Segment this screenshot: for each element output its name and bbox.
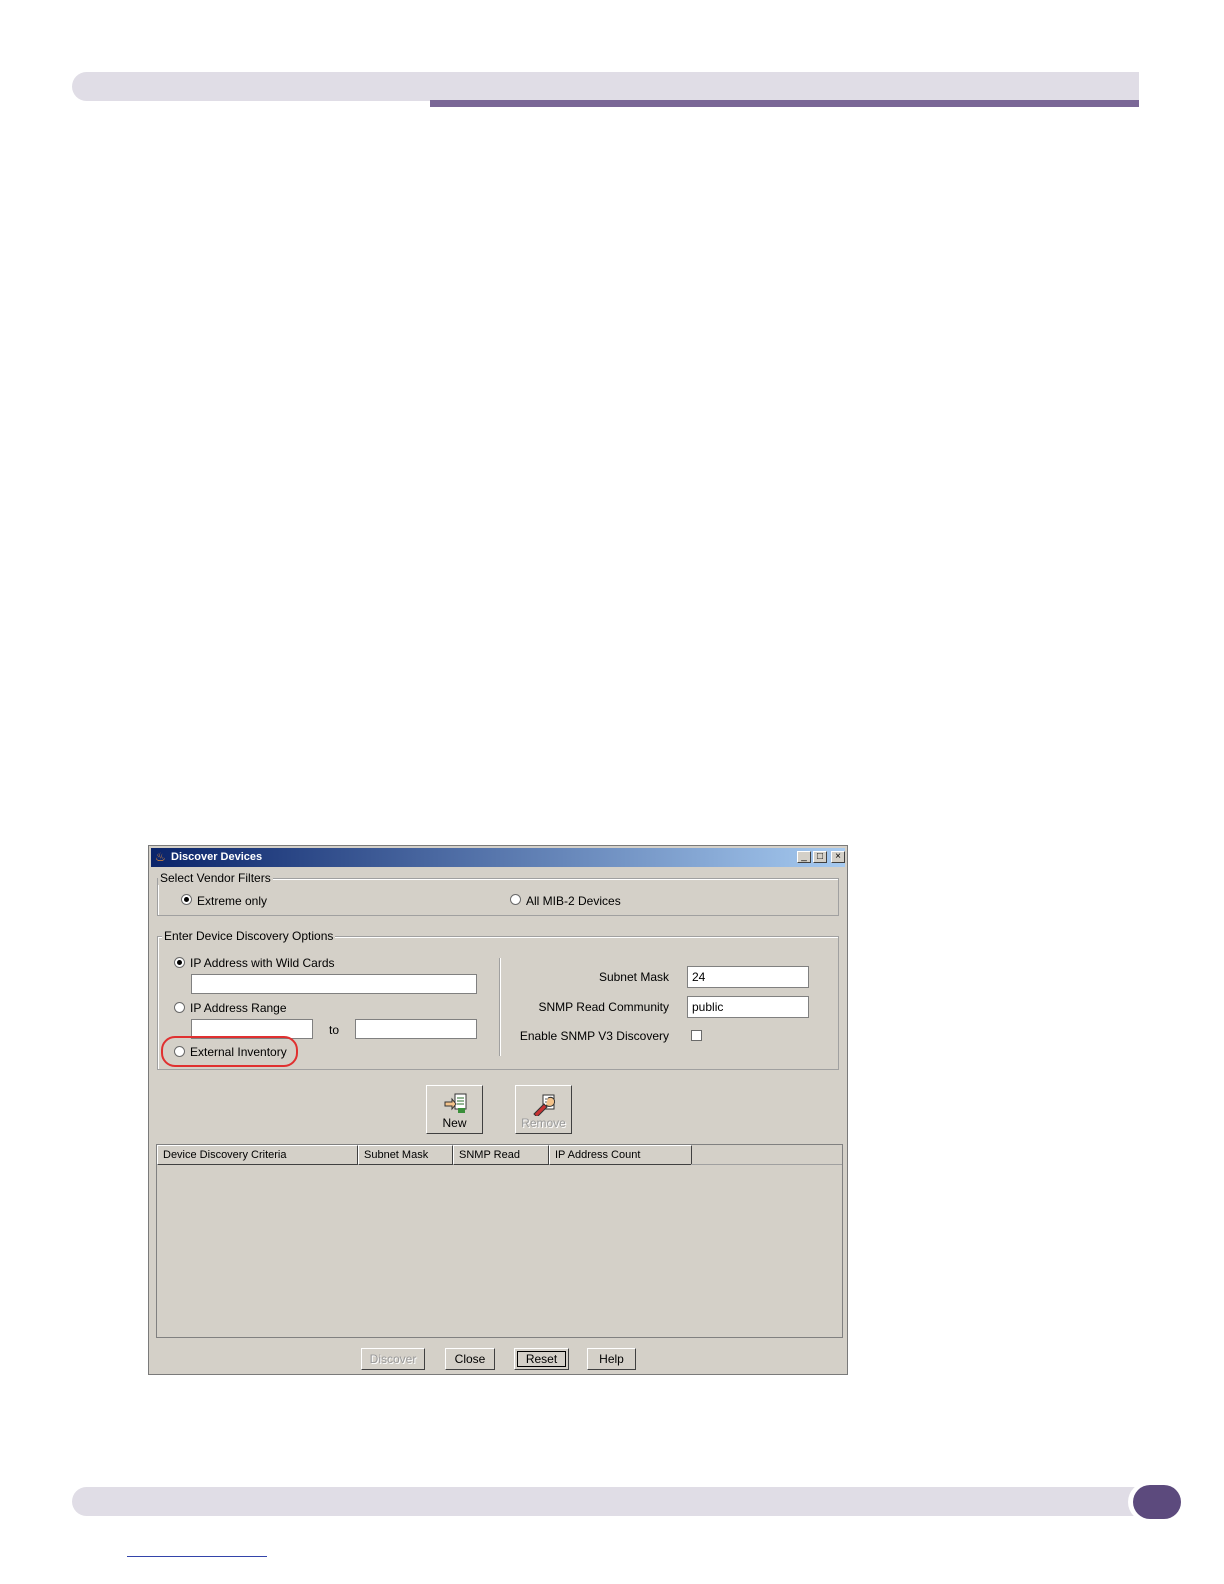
ip-wildcard-input[interactable] <box>191 974 477 994</box>
column-header-subnet-mask[interactable]: Subnet Mask <box>358 1145 453 1165</box>
remove-button[interactable]: Remove <box>515 1085 572 1134</box>
radio-ip-range-label: IP Address Range <box>190 1001 287 1015</box>
remove-criteria-icon <box>533 1094 555 1116</box>
help-button[interactable]: Help <box>587 1348 636 1370</box>
maximize-button[interactable]: □ <box>813 851 827 863</box>
radio-extreme-only[interactable] <box>181 894 192 905</box>
close-window-button[interactable]: × <box>831 851 845 863</box>
dialog-title: Discover Devices <box>171 851 263 863</box>
subnet-mask-input[interactable] <box>687 966 809 988</box>
column-header-ip-count[interactable]: IP Address Count <box>549 1145 692 1165</box>
options-divider <box>499 958 500 1056</box>
radio-external-inventory-label: External Inventory <box>190 1045 287 1059</box>
discover-devices-dialog: ♨ Discover Devices _ □ × Select Vendor F… <box>148 845 848 1375</box>
new-button-label: New <box>442 1116 467 1130</box>
page-header-accent-line <box>430 100 1139 107</box>
discover-button[interactable]: Discover <box>361 1348 425 1370</box>
snmp-v3-label: Enable SNMP V3 Discovery <box>519 1029 669 1043</box>
snmp-read-community-label: SNMP Read Community <box>538 1000 670 1014</box>
dialog-titlebar[interactable]: ♨ Discover Devices _ □ × <box>151 848 845 867</box>
radio-all-mib2-label: All MIB-2 Devices <box>526 894 621 908</box>
radio-extreme-only-label: Extreme only <box>197 894 268 908</box>
page-number-badge <box>1133 1485 1181 1519</box>
discovery-criteria-table[interactable]: Device Discovery Criteria Subnet Mask SN… <box>156 1144 843 1338</box>
radio-ip-range[interactable] <box>174 1002 185 1013</box>
discovery-options-legend: Enter Device Discovery Options <box>162 929 336 943</box>
ip-range-to-input[interactable] <box>355 1019 477 1039</box>
page-footer-bar <box>72 1487 1147 1516</box>
vendor-filters-legend: Select Vendor Filters <box>158 871 273 885</box>
java-cup-icon: ♨ <box>155 850 166 864</box>
ip-range-to-label: to <box>329 1023 340 1037</box>
new-criteria-icon <box>444 1093 467 1113</box>
subnet-mask-label: Subnet Mask <box>598 970 669 984</box>
new-button[interactable]: New <box>426 1085 483 1134</box>
snmp-v3-checkbox[interactable] <box>691 1030 702 1041</box>
footer-link-underline[interactable] <box>127 1556 267 1557</box>
remove-button-label: Remove <box>521 1116 566 1130</box>
table-header-rule <box>691 1164 842 1165</box>
radio-ip-wildcard-label: IP Address with Wild Cards <box>190 956 335 970</box>
page-header-bar <box>72 72 1139 101</box>
radio-external-inventory[interactable] <box>174 1046 185 1057</box>
column-header-snmp-read[interactable]: SNMP Read <box>453 1145 549 1165</box>
reset-button[interactable]: Reset <box>514 1348 569 1370</box>
close-button[interactable]: Close <box>445 1348 495 1370</box>
radio-all-mib2[interactable] <box>510 894 521 905</box>
minimize-button[interactable]: _ <box>797 851 811 863</box>
radio-ip-wildcard[interactable] <box>174 957 185 968</box>
column-header-criteria[interactable]: Device Discovery Criteria <box>157 1145 358 1165</box>
snmp-read-community-input[interactable] <box>687 996 809 1018</box>
